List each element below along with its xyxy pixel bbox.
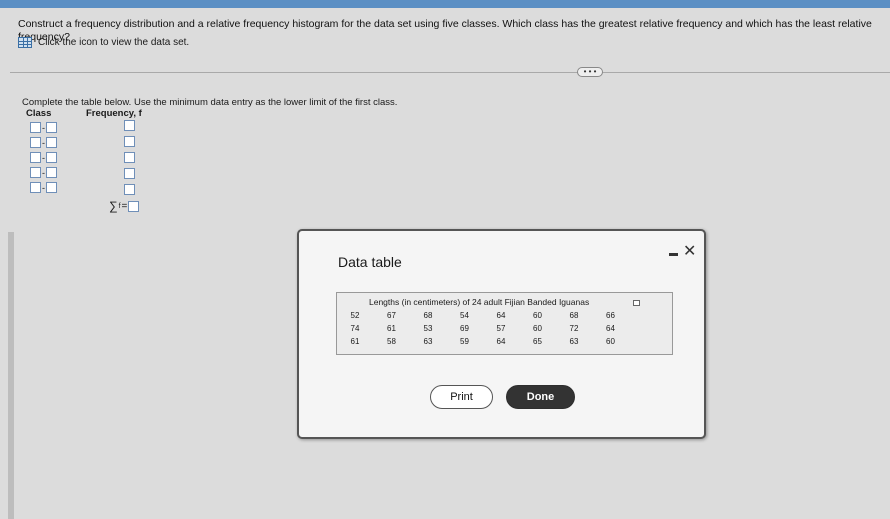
class-lower-input[interactable]	[30, 137, 41, 148]
table-cell: 74	[350, 324, 360, 333]
frequency-header: Frequency, f	[86, 108, 142, 119]
class-lower-input[interactable]	[30, 152, 41, 163]
sum-subscript: f	[118, 202, 121, 210]
sum-input[interactable]	[128, 200, 140, 212]
table-cell: 59	[460, 337, 469, 346]
table-cell: 64	[496, 337, 506, 346]
table-cell: 54	[460, 311, 469, 320]
table-cell: 65	[533, 337, 542, 346]
class-upper-input[interactable]	[46, 152, 57, 163]
more-button[interactable]: • • •	[577, 67, 603, 77]
class-lower-input[interactable]	[30, 167, 41, 178]
dataset-link-text: Click the icon to view the data set.	[38, 37, 190, 48]
top-bar	[0, 0, 890, 8]
left-scroll-bar[interactable]	[8, 232, 14, 519]
class-upper-input[interactable]	[46, 137, 57, 148]
class-row: -	[30, 122, 57, 133]
table-cell: 61	[387, 324, 396, 333]
table-cell: 64	[496, 311, 506, 320]
table-cell: 67	[387, 311, 396, 320]
class-row: -	[30, 152, 57, 163]
table-cell: 69	[460, 324, 469, 333]
table-cell: 60	[606, 337, 615, 346]
table-cell: 64	[606, 324, 615, 333]
table-cell: 58	[387, 337, 396, 346]
class-row: -	[30, 167, 57, 178]
sum-equals: =	[121, 200, 128, 212]
table-cell: 61	[350, 337, 360, 346]
table-cell: 63	[569, 337, 579, 346]
class-upper-input[interactable]	[46, 167, 57, 178]
table-cell: 57	[496, 324, 506, 333]
class-upper-input[interactable]	[46, 182, 57, 193]
frequency-input[interactable]	[124, 120, 135, 131]
frequency-input[interactable]	[124, 152, 135, 163]
class-lower-input[interactable]	[30, 182, 41, 193]
dialog-title: Data table	[338, 254, 402, 270]
sum-row: ∑ f =	[109, 199, 140, 213]
table-cell: 63	[423, 337, 433, 346]
table-cell: 60	[533, 311, 542, 320]
class-header: Class	[26, 108, 52, 119]
divider	[10, 72, 890, 73]
data-table: Lengths (in centimeters) of 24 adult Fij…	[336, 292, 673, 355]
table-cell: 72	[569, 324, 579, 333]
copy-icon[interactable]	[633, 300, 640, 306]
instructions-text: Complete the table below. Use the minimu…	[22, 97, 398, 108]
table-cell: 52	[350, 311, 360, 320]
class-row: -	[30, 137, 57, 148]
frequency-input[interactable]	[124, 168, 135, 179]
frequency-input[interactable]	[124, 184, 135, 195]
close-icon[interactable]: ✕	[683, 241, 696, 261]
class-row: -	[30, 182, 57, 193]
table-cell: 60	[533, 324, 542, 333]
table-caption: Lengths (in centimeters) of 24 adult Fij…	[369, 297, 590, 307]
sigma-symbol: ∑	[109, 199, 118, 213]
data-table-dialog: Data table ✕ Lengths (in centimeters) of…	[297, 229, 706, 439]
table-cell: 68	[569, 311, 579, 320]
class-lower-input[interactable]	[30, 122, 41, 133]
table-cell: 66	[606, 311, 615, 320]
done-button[interactable]: Done	[506, 385, 575, 409]
class-upper-input[interactable]	[46, 122, 57, 133]
table-cell: 68	[423, 311, 433, 320]
dataset-link-row[interactable]: Click the icon to view the data set.	[18, 37, 189, 48]
minimize-icon[interactable]	[669, 253, 678, 256]
table-cell: 53	[423, 324, 433, 333]
data-table-icon[interactable]	[18, 37, 32, 48]
frequency-input[interactable]	[124, 136, 135, 147]
print-button[interactable]: Print	[430, 385, 493, 409]
